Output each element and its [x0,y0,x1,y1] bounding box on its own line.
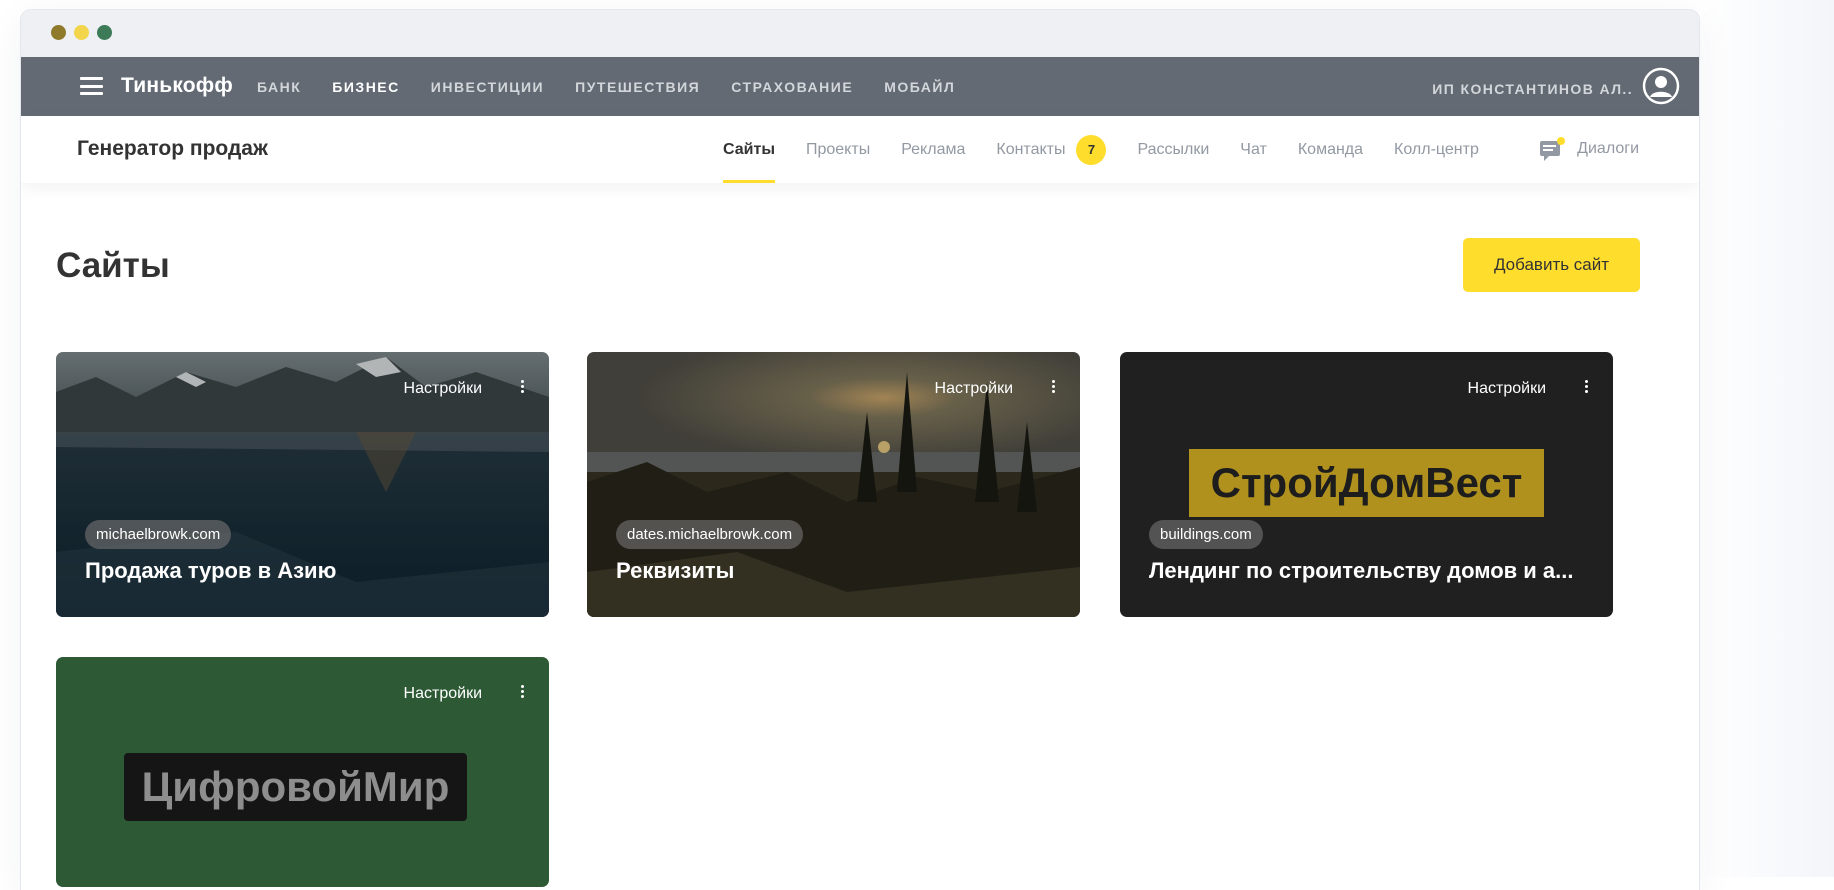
tab-chat[interactable]: Чат [1240,116,1267,183]
nav-link-bank[interactable]: БАНК [257,79,301,95]
tab-sites[interactable]: Сайты [723,116,775,183]
dialogs-link[interactable]: Диалоги [1539,136,1639,162]
card-domain: dates.michaelbrowk.com [616,520,804,549]
user-name[interactable]: ИП КОНСТАНТИНОВ АЛ.. [1432,81,1633,97]
more-vertical-icon[interactable] [517,378,527,398]
add-site-button[interactable]: Добавить сайт [1463,238,1640,292]
site-card-3[interactable]: СтройДомВест Настройки buildings.com Лен… [1120,352,1613,617]
window-zoom-dot[interactable] [97,25,112,40]
card-title: Лендинг по строительству домов и а... [1149,558,1574,583]
card-title: Реквизиты [616,558,735,583]
page-title: Сайты [56,246,170,285]
more-vertical-icon[interactable] [517,683,527,703]
window-titlebar [21,10,1699,57]
tab-mailings[interactable]: Рассылки [1137,116,1209,183]
product-subnav: Генератор продаж Сайты Проекты Реклама К… [21,116,1699,183]
tab-ads[interactable]: Реклама [901,116,965,183]
nav-link-travel[interactable]: ПУТЕШЕСТВИЯ [575,79,700,95]
top-navigation: Тинькофф БАНК БИЗНЕС ИНВЕСТИЦИИ ПУТЕШЕСТ… [21,57,1699,116]
brand-logo[interactable]: Тинькофф [121,74,233,98]
card-settings-link[interactable]: Настройки [404,685,482,703]
tab-contacts[interactable]: Контакты 7 [996,116,1107,183]
card-settings-link[interactable]: Настройки [1468,380,1546,398]
dialogs-label: Диалоги [1577,140,1639,157]
contacts-count-badge: 7 [1076,134,1107,165]
section-tabs: Сайты Проекты Реклама Контакты 7 Рассылк… [723,116,1510,183]
product-title: Генератор продаж [77,137,268,160]
window-close-dot[interactable] [51,25,66,40]
nav-link-mobile[interactable]: МОБАЙЛ [884,79,955,95]
site-card-4[interactable]: ЦифровойМир Настройки [56,657,549,887]
card-brand-logo: ЦифровойМир [124,753,467,821]
tab-projects[interactable]: Проекты [806,116,870,183]
tab-call-center[interactable]: Колл-центр [1394,116,1479,183]
site-card-1[interactable]: Настройки michaelbrowk.com Продажа туров… [56,352,549,617]
menu-icon[interactable] [80,77,103,95]
tab-contacts-label: Контакты [996,140,1066,158]
nav-link-business[interactable]: БИЗНЕС [332,79,399,95]
card-domain: buildings.com [1149,520,1263,549]
top-nav-links: БАНК БИЗНЕС ИНВЕСТИЦИИ ПУТЕШЕСТВИЯ СТРАХ… [257,79,986,95]
nav-link-insurance[interactable]: СТРАХОВАНИЕ [731,79,853,95]
user-avatar-icon[interactable] [1642,67,1680,105]
card-settings-link[interactable]: Настройки [404,380,482,398]
window-minimize-dot[interactable] [74,25,89,40]
card-domain: michaelbrowk.com [85,520,232,549]
site-card-2[interactable]: Настройки dates.michaelbrowk.com Реквизи… [587,352,1080,617]
tab-team[interactable]: Команда [1298,116,1363,183]
more-vertical-icon[interactable] [1581,378,1591,398]
card-title: Продажа туров в Азию [85,558,337,583]
nav-link-investments[interactable]: ИНВЕСТИЦИИ [431,79,544,95]
more-vertical-icon[interactable] [1048,378,1058,398]
card-brand-logo: СтройДомВест [1189,449,1544,517]
chat-bubble-icon [1540,137,1566,161]
page-background-gradient [1700,0,1834,877]
card-settings-link[interactable]: Настройки [935,380,1013,398]
